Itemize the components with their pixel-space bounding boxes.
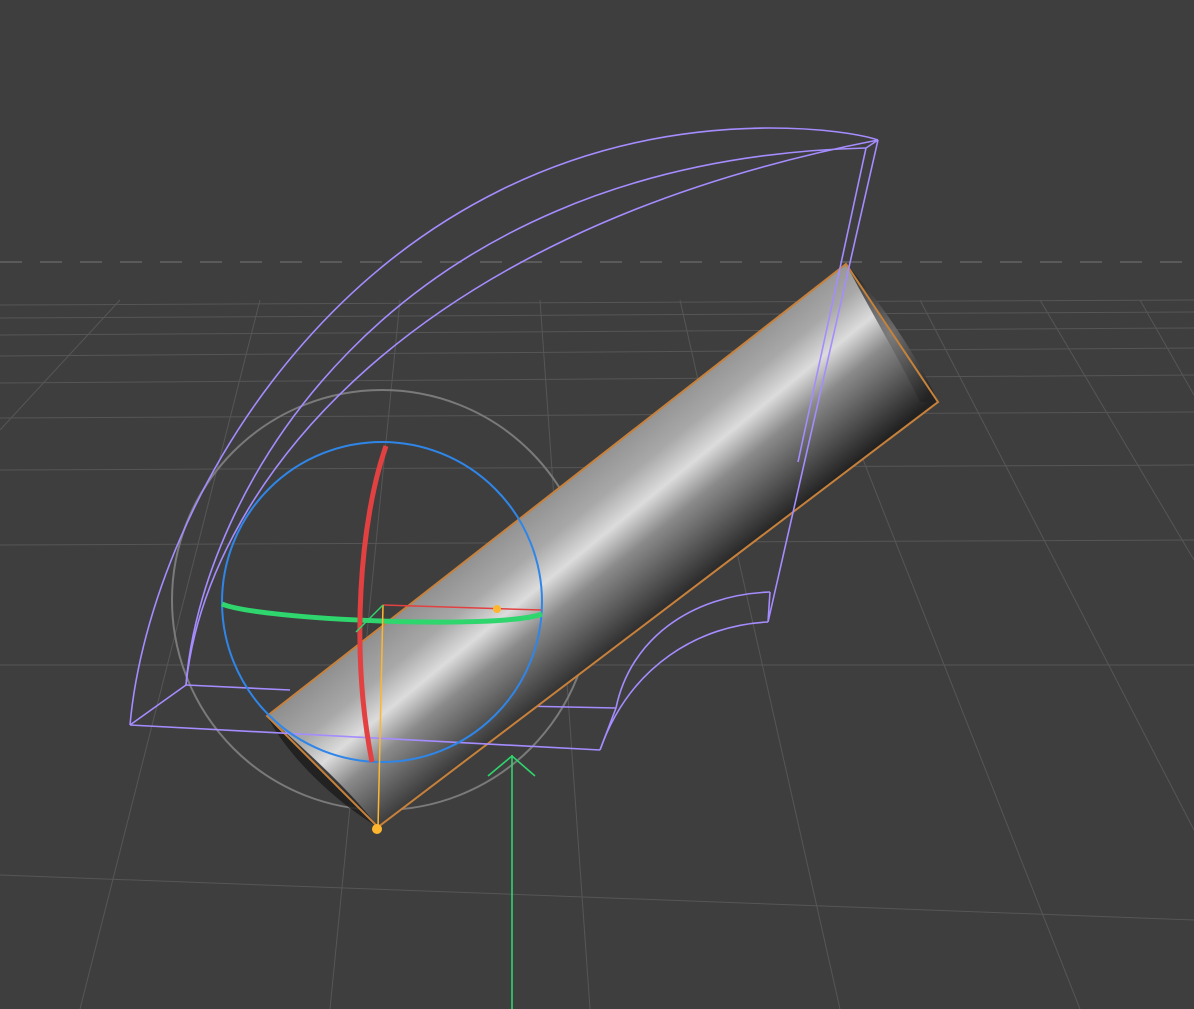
- 3d-viewport[interactable]: [0, 0, 1194, 1009]
- grid-line: [79, 299, 261, 1009]
- grid-line: [919, 299, 1194, 831]
- grid-line: [0, 299, 121, 431]
- grid-line: [1139, 299, 1194, 396]
- cage-edge: [185, 684, 291, 691]
- grid-line: [0, 311, 1194, 319]
- cage-notch-outer-arc: [599, 621, 769, 751]
- grid-line: [0, 374, 1194, 384]
- world-y-axis-arrow[interactable]: [487, 754, 536, 1009]
- grid-line: [0, 299, 1194, 306]
- pivot-handle: [372, 824, 382, 834]
- viewport-canvas[interactable]: [0, 0, 1194, 1009]
- grid-line: [0, 327, 1194, 336]
- grid-line: [0, 347, 1194, 357]
- cage-edge: [129, 684, 187, 726]
- grid-line: [0, 411, 1194, 419]
- grid-line: [0, 874, 1194, 921]
- grid-line: [1039, 299, 1194, 561]
- axis-handle: [493, 605, 501, 613]
- cage-notch-edge: [599, 707, 617, 751]
